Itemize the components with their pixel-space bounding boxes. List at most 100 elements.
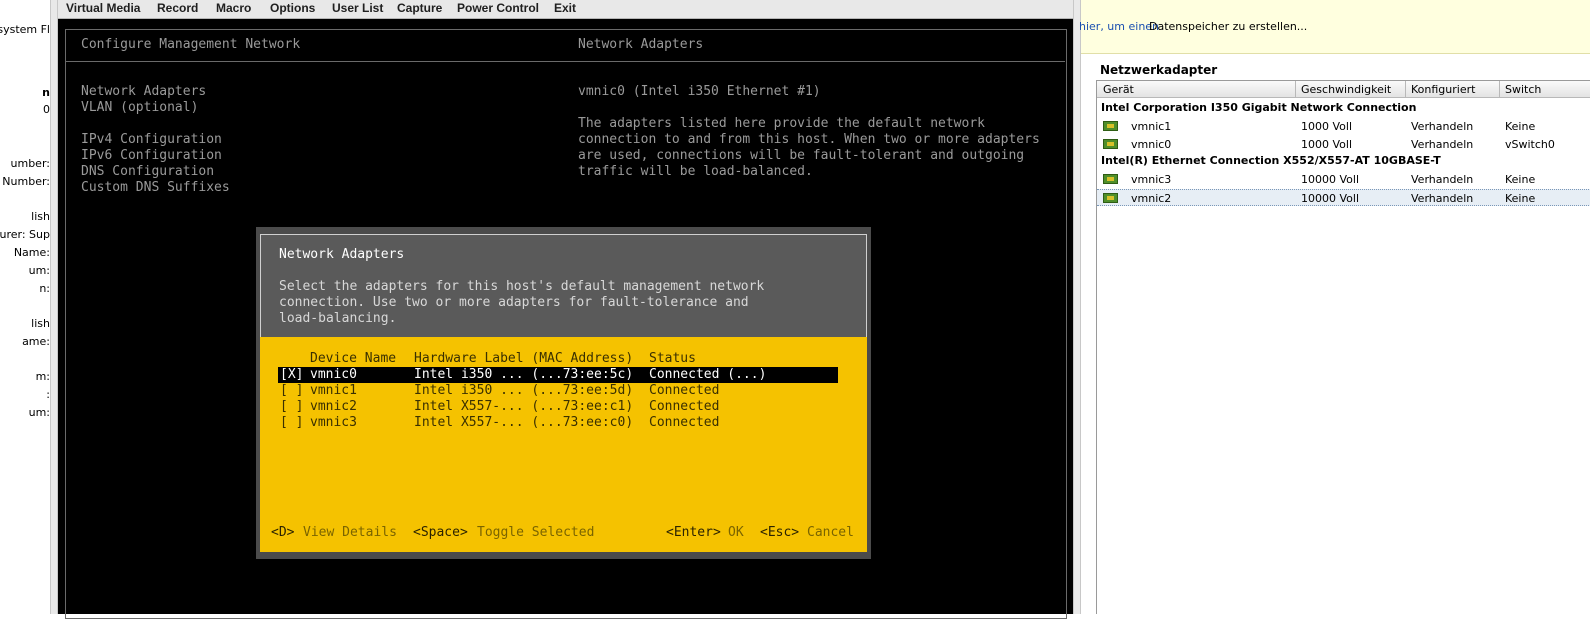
cancel-key[interactable]: <Esc> <box>760 525 799 541</box>
col-hardware-label: Hardware Label (MAC Address) <box>414 351 634 366</box>
left-panel-text: n <box>42 86 50 99</box>
cell-speed: 1000 Voll <box>1301 138 1353 151</box>
adapter-device: vmnic0 <box>310 367 357 382</box>
column-divider[interactable] <box>1499 81 1500 98</box>
adapter-checkbox[interactable]: [X] <box>280 367 303 383</box>
network-card-icon <box>1103 174 1118 184</box>
menu-record[interactable]: Record <box>157 1 198 15</box>
cell-configured: Verhandeln <box>1411 120 1474 133</box>
cell-switch: vSwitch0 <box>1505 138 1555 151</box>
adapter-checkbox[interactable]: [ ] <box>280 399 303 415</box>
menu-user-list[interactable]: User List <box>332 1 383 15</box>
view-details-key[interactable]: <D> <box>271 525 294 541</box>
toggle-selected-label[interactable]: Toggle Selected <box>477 525 594 541</box>
adapter-row-selected[interactable]: [X] vmnic0 Intel i350 ... (...73:ee:5c) … <box>278 367 838 383</box>
menu-capture[interactable]: Capture <box>397 1 442 15</box>
cell-configured: Verhandeln <box>1411 173 1474 186</box>
table-row[interactable]: vmnic3 10000 Voll Verhandeln Keine <box>1097 171 1590 188</box>
notice-text: Datenspeicher zu erstellen... <box>1149 20 1308 33</box>
network-card-icon <box>1103 121 1118 131</box>
left-panel-text: lish <box>31 317 50 330</box>
menu-macro[interactable]: Macro <box>216 1 251 15</box>
dcui-console-screen[interactable]: Configure Management Network Network Ada… <box>58 19 1073 619</box>
console-menu-item[interactable]: Custom DNS Suffixes <box>81 180 230 196</box>
adapter-group-header: Intel(R) Ethernet Connection X552/X557-A… <box>1101 154 1441 167</box>
left-panel-text: urer: Sup <box>0 228 50 241</box>
adapter-status: Connected (...) <box>649 367 767 382</box>
adapter-device: vmnic1 <box>310 383 357 398</box>
adapter-hardware: Intel X557-... (...73:ee:c0) <box>414 415 634 430</box>
adapter-checkbox[interactable]: [ ] <box>280 383 303 399</box>
col-status: Status <box>649 351 696 366</box>
adapter-hardware: Intel i350 ... (...73:ee:5c) <box>414 367 634 382</box>
cell-speed: 10000 Voll <box>1301 173 1360 186</box>
col-device-name: Device Name <box>310 351 397 366</box>
cell-device: vmnic1 <box>1131 120 1172 133</box>
cell-configured: Verhandeln <box>1411 138 1474 151</box>
console-menu-item[interactable]: IPv6 Configuration <box>81 148 222 164</box>
console-menu-item[interactable]: DNS Configuration <box>81 164 214 180</box>
console-header-divider <box>66 61 1065 62</box>
create-datastore-link[interactable]: hier, um einen <box>1079 20 1159 33</box>
cell-configured: Verhandeln <box>1411 192 1474 205</box>
adapter-status: Connected <box>649 383 720 398</box>
column-divider[interactable] <box>1405 81 1406 98</box>
col-configured[interactable]: Konfiguriert <box>1411 83 1475 96</box>
network-card-icon <box>1103 193 1118 203</box>
left-panel-text: system Fl <box>0 23 50 36</box>
col-switch[interactable]: Switch <box>1505 83 1541 96</box>
column-divider[interactable] <box>1295 81 1296 98</box>
left-panel-text: lish <box>31 210 50 223</box>
table-row[interactable]: vmnic0 1000 Voll Verhandeln vSwitch0 <box>1097 136 1590 153</box>
left-panel-text: Number: <box>2 175 50 188</box>
console-menu-item[interactable]: Network Adapters <box>81 84 206 100</box>
left-panel-text: Name: <box>13 246 50 259</box>
cell-switch: Keine <box>1505 192 1536 205</box>
cell-switch: Keine <box>1505 120 1536 133</box>
left-panel-text: m: <box>35 370 50 383</box>
cell-switch: Keine <box>1505 173 1536 186</box>
host-config-panel: hier, um einen Datenspeicher zu erstelle… <box>1079 0 1590 614</box>
console-menu-item[interactable]: IPv4 Configuration <box>81 132 222 148</box>
dialog-adapter-list: Device Name Hardware Label (MAC Address)… <box>260 337 867 552</box>
ok-key[interactable]: <Enter> <box>666 525 721 541</box>
cancel-label[interactable]: Cancel <box>807 525 854 541</box>
toggle-selected-key[interactable]: <Space> <box>413 525 468 541</box>
adapter-hardware: Intel X557-... (...73:ee:c1) <box>414 399 634 414</box>
view-details-label[interactable]: View Details <box>303 525 397 541</box>
adapter-group-header: Intel Corporation I350 Gigabit Network C… <box>1101 101 1417 114</box>
left-panel-text: umber: <box>10 157 50 170</box>
cell-speed: 10000 Voll <box>1301 192 1360 205</box>
network-card-icon <box>1103 139 1118 149</box>
menu-power-control[interactable]: Power Control <box>457 1 539 15</box>
ok-label[interactable]: OK <box>728 525 744 541</box>
left-panel-text: ame: <box>22 335 50 348</box>
dialog-header: Network Adapters Select the adapters for… <box>260 234 867 338</box>
table-row[interactable]: vmnic1 1000 Voll Verhandeln Keine <box>1097 118 1590 135</box>
menu-exit[interactable]: Exit <box>554 1 576 15</box>
adapter-detail-description: The adapters listed here provide the def… <box>578 116 1040 179</box>
left-splitter[interactable] <box>50 0 58 614</box>
adapter-hardware: Intel i350 ... (...73:ee:5d) <box>414 383 634 398</box>
kvm-console-window: Virtual Media Record Macro Options User … <box>58 0 1073 619</box>
adapter-device: vmnic2 <box>310 399 357 414</box>
cell-device: vmnic3 <box>1131 173 1172 186</box>
menu-options[interactable]: Options <box>270 1 315 15</box>
kvm-menubar: Virtual Media Record Macro Options User … <box>58 0 1073 19</box>
cell-speed: 1000 Voll <box>1301 120 1353 133</box>
left-panel-text: um: <box>28 406 50 419</box>
left-info-panel: system Fl n 0 umber: Number: lish urer: Sup Nam… <box>0 0 50 614</box>
col-device[interactable]: Gerät <box>1103 83 1134 96</box>
adapter-checkbox[interactable]: [ ] <box>280 415 303 431</box>
datastore-notice: hier, um einen Datenspeicher zu erstelle… <box>1079 0 1590 54</box>
table-row-selected[interactable]: vmnic2 10000 Voll Verhandeln Keine <box>1097 189 1590 206</box>
dialog-title: Network Adapters <box>279 247 405 262</box>
menu-virtual-media[interactable]: Virtual Media <box>66 1 140 15</box>
dialog-description: Select the adapters for this host's defa… <box>279 279 765 326</box>
right-splitter[interactable] <box>1073 0 1081 614</box>
adapter-status: Connected <box>649 415 720 430</box>
col-speed[interactable]: Geschwindigkeit <box>1301 83 1391 96</box>
console-menu-item[interactable]: VLAN (optional) <box>81 100 198 116</box>
left-panel-text: um: <box>28 264 50 277</box>
adapter-device: vmnic3 <box>310 415 357 430</box>
